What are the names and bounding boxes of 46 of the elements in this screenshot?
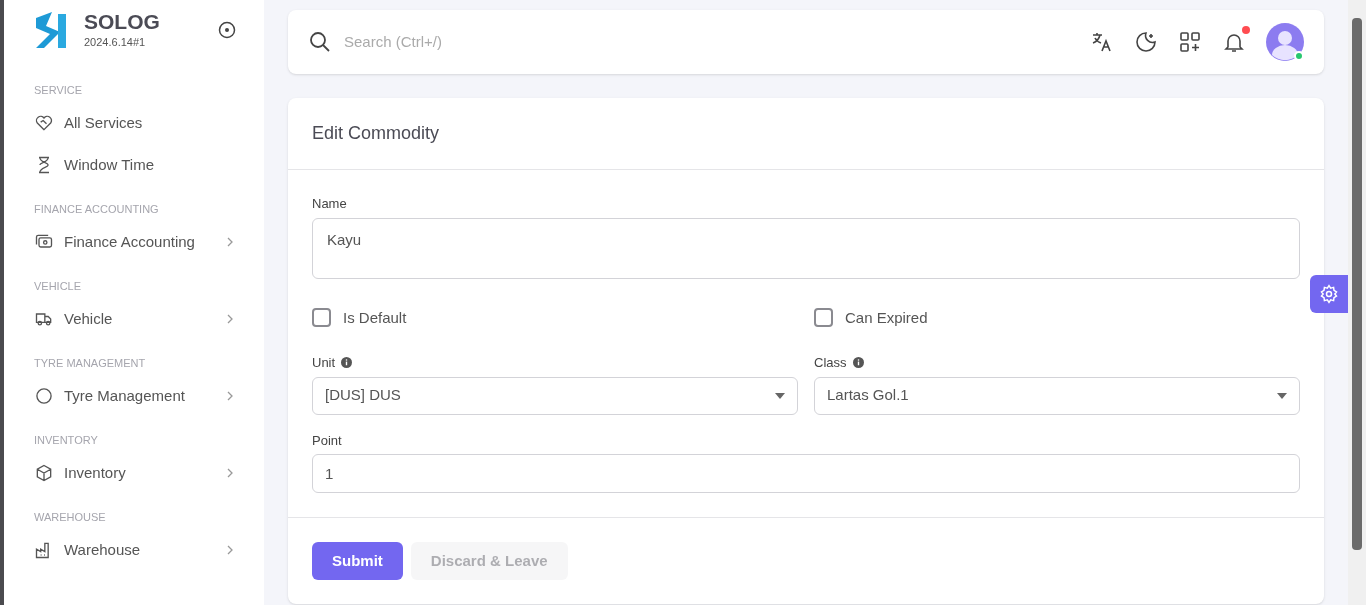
info-icon <box>852 357 864 369</box>
field-label: Point <box>312 431 342 450</box>
box-icon <box>34 463 54 483</box>
circle-icon <box>34 386 54 406</box>
field-label: Class <box>814 354 847 372</box>
sidebar-item[interactable]: Finance Accounting <box>20 221 248 263</box>
settings-button[interactable] <box>1310 275 1348 313</box>
sidebar-item[interactable]: Inventory <box>20 452 248 494</box>
caret-down-icon <box>1277 392 1287 399</box>
sidebar-item[interactable]: Tyre Management <box>20 375 248 417</box>
field-label: Unit <box>312 354 336 372</box>
field-label: Name <box>312 195 347 213</box>
name-field[interactable]: Kayu <box>312 217 1300 279</box>
avatar[interactable] <box>1266 23 1304 61</box>
submit-button[interactable]: Submit <box>312 542 403 580</box>
scrollbar-thumb[interactable] <box>1352 18 1362 550</box>
section-heading: FINANCE ACCOUNTING <box>34 201 159 217</box>
checkbox[interactable] <box>814 308 833 328</box>
sidebar-item[interactable]: Warehouse <box>20 529 248 571</box>
handshake-heart-icon <box>34 113 54 133</box>
section-heading: VEHICLE <box>34 278 82 294</box>
checkbox[interactable] <box>312 308 331 328</box>
caret-down-icon <box>775 392 785 399</box>
select-field[interactable]: [DUS] DUS <box>312 376 798 415</box>
radio-icon[interactable] <box>218 21 236 39</box>
checkbox-label: Can Expired <box>845 307 928 328</box>
brand-name: SOLOG <box>84 9 160 34</box>
version-text: 2024.6.14#1 <box>84 34 147 50</box>
sidebar-item[interactable]: Vehicle <box>20 298 248 340</box>
checkbox-label: Is Default <box>343 307 407 328</box>
sidebar-item[interactable]: Window Time <box>20 144 248 186</box>
add-apps-icon[interactable] <box>1178 30 1202 54</box>
moon-icon[interactable] <box>1134 30 1158 54</box>
search-field[interactable]: Search (Ctrl+/) <box>344 30 1070 54</box>
card-title: Edit Commodity <box>312 122 440 145</box>
search-icon <box>308 30 332 54</box>
translate-icon[interactable] <box>1090 30 1114 54</box>
section-heading: WAREHOUSE <box>34 509 106 525</box>
sidebar-item[interactable]: All Services <box>20 102 248 144</box>
point-field[interactable]: 1 <box>312 454 1300 493</box>
section-heading: INVENTORY <box>34 432 98 448</box>
info-icon <box>341 357 353 369</box>
section-heading: SERVICE <box>34 82 83 98</box>
section-heading: TYRE MANAGEMENT <box>34 355 146 371</box>
select-field[interactable]: Lartas Gol.1 <box>814 376 1300 415</box>
settings-icon <box>1319 284 1339 304</box>
